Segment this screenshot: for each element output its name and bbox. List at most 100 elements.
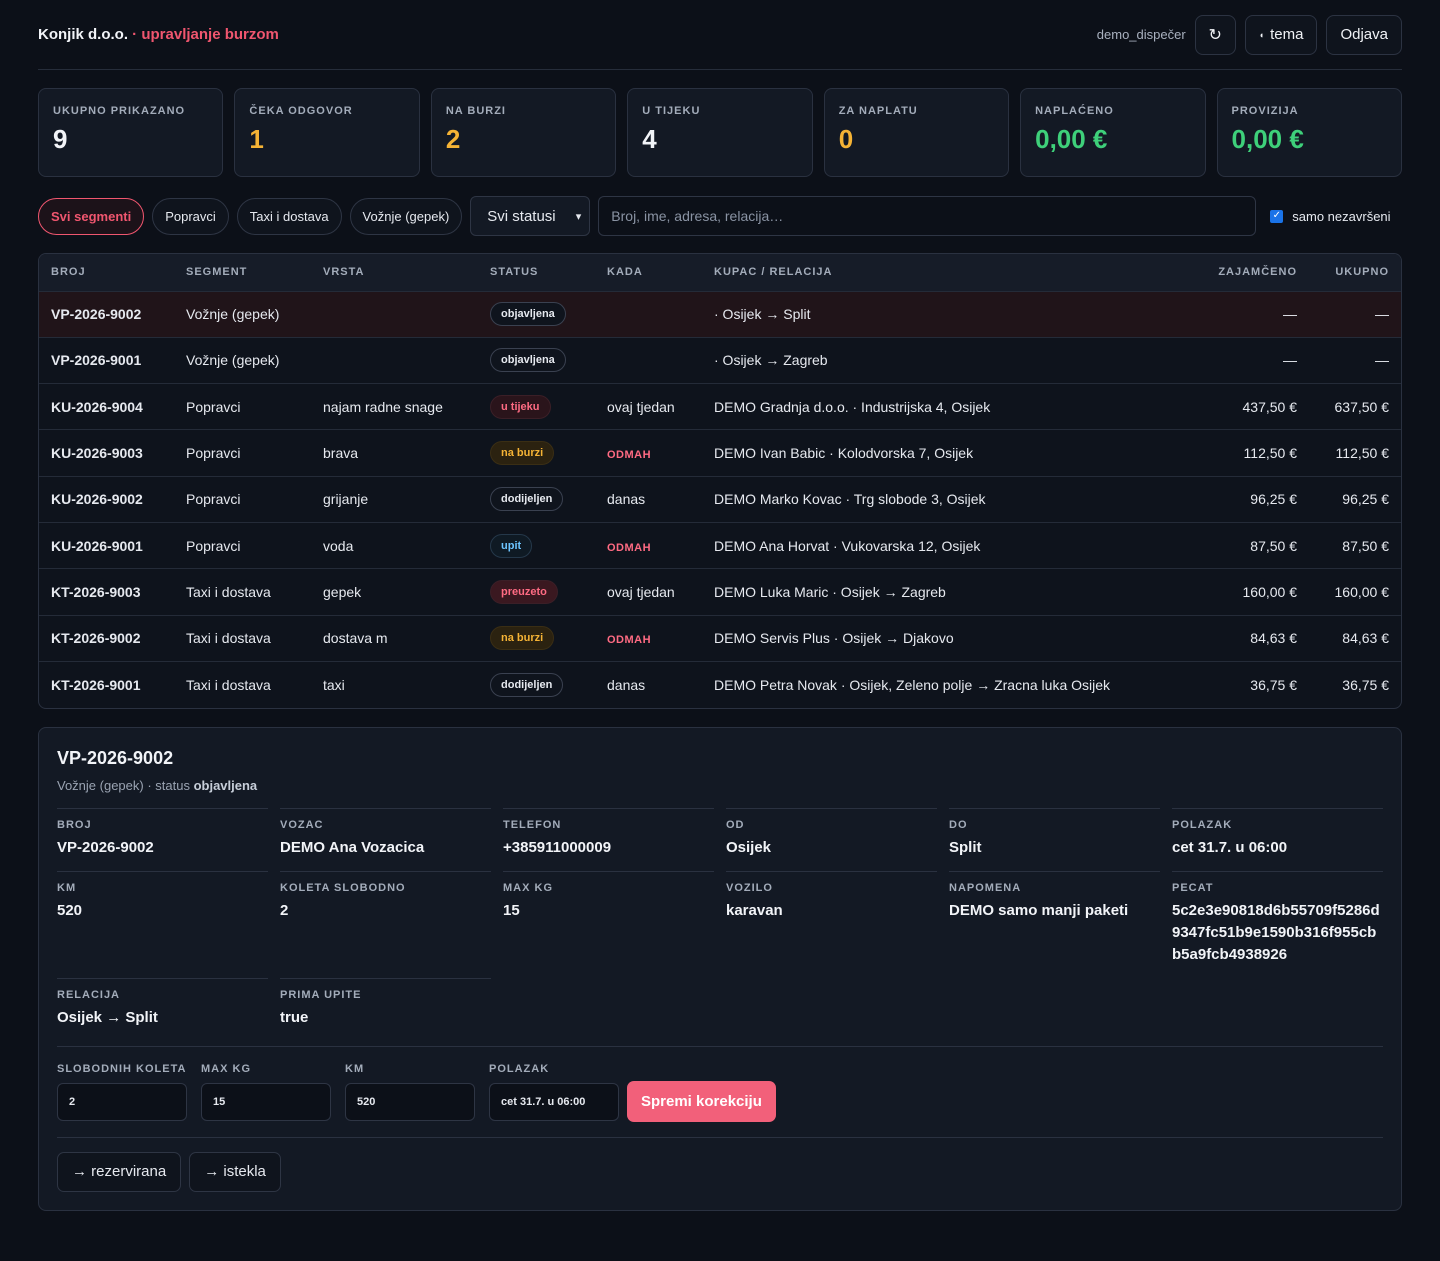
detail-field: PRIMA UPITE true [280, 977, 491, 1029]
max-kg-input[interactable]: 15 [201, 1082, 331, 1121]
departure-input[interactable]: cet 31.7. u 06:00 [489, 1082, 619, 1121]
row-kupac: DEMO Gradnja d.o.o. · Industrijska 4, Os… [714, 398, 991, 415]
detail-subtitle-prefix: Vožnje (gepek) · status [57, 777, 194, 793]
row-segment: Vožnje (gepek) [186, 352, 280, 369]
status-badge: dodijeljen [490, 487, 564, 512]
save-correction-button[interactable]: Spremi korekciju [627, 1080, 776, 1122]
username: demo_dispečer [1096, 27, 1186, 42]
detail-panel: VP-2026-9002 Vožnje (gepek) · status obj… [38, 726, 1402, 1211]
form-label: MAX KG [201, 1062, 251, 1075]
form-group: SLOBODNIH KOLETA 2 [57, 1063, 187, 1121]
row-zajamceno: 36,75 € [1250, 676, 1297, 693]
set-istekla-button[interactable]: → istekla [189, 1151, 281, 1192]
table-row[interactable]: KU-2026-9003 Popravci brava na burzi ODMAH DE… [39, 429, 1401, 476]
row-kada: ODMAH [595, 522, 702, 568]
detail-field-value: +385911000009 [503, 838, 612, 856]
table-row[interactable]: KT-2026-9002 Taxi i dostava dostava m na bu… [39, 615, 1401, 661]
brand-name: Konjik d.o.o. [38, 26, 128, 43]
logout-button[interactable]: Odjava [1326, 14, 1402, 55]
col-zajamceno[interactable]: ZAJAMČENO [1199, 254, 1309, 291]
table-row[interactable]: KU-2026-9001 Popravci voda upit ODMAH DEMO An… [39, 522, 1401, 568]
detail-field-label: TELEFON [503, 818, 562, 831]
search-input[interactable]: Broj, ime, adresa, relacija… [598, 196, 1257, 236]
jobs-table: BROJ SEGMENT VRSTA STATUS KADA KUPAC / R… [38, 253, 1402, 709]
table-row[interactable]: KU-2026-9002 Popravci grijanje dodijeljen da… [39, 476, 1401, 522]
detail-field-value: VP-2026-9002 [57, 838, 154, 856]
form-label: POLAZAK [489, 1062, 550, 1075]
stat-card: PROVIZIJA 0,00 € [1216, 88, 1402, 177]
detail-field-value: cet 31.7. u 06:00 [1172, 838, 1288, 856]
col-kupac[interactable]: KUPAC / RELACIJA [702, 254, 1199, 291]
stat-card: NAPLAĆENO 0,00 € [1020, 88, 1206, 177]
row-segment: Taxi i dostava [186, 583, 271, 600]
row-segment: Popravci [186, 491, 241, 508]
row-segment: Taxi i dostava [186, 630, 271, 647]
row-zajamceno: 87,50 € [1250, 537, 1297, 554]
only-open-toggle[interactable]: ✓ samo nezavršeni [1270, 208, 1391, 224]
segment-chip-all[interactable]: Svi segmenti [38, 197, 145, 235]
table-row[interactable]: VP-2026-9001 Vožnje (gepek) objavljena · Os… [39, 337, 1401, 383]
stat-card: ČEKA ODGOVOR 1 [234, 88, 420, 177]
refresh-button[interactable]: ↻ [1194, 14, 1236, 55]
detail-field: NAPOMENA DEMO samo manji paketi [949, 870, 1160, 966]
table-row[interactable]: KT-2026-9003 Taxi i dostava gepek preuzeto o… [39, 568, 1401, 615]
form-label: KM [345, 1062, 365, 1075]
segment-chip-taxi[interactable]: Taxi i dostava [236, 197, 342, 235]
status-select[interactable]: Svi statusi ▾ [470, 196, 591, 236]
divider [57, 1136, 1383, 1138]
detail-field: OD Osijek [726, 807, 937, 859]
detail-field: DO Split [949, 807, 1160, 859]
row-ukupno: 160,00 € [1334, 583, 1390, 600]
stat-card: ZA NAPLATU 0 [823, 88, 1010, 177]
detail-field: PECAT 5c2e3e90818d6b55709f5286d9347fc51b9… [1172, 870, 1383, 966]
col-vrsta[interactable]: VRSTA [311, 254, 478, 291]
row-broj: KU-2026-9001 [51, 537, 143, 554]
urgent-label: ODMAH [607, 634, 652, 647]
row-status: objavljena [478, 337, 595, 383]
col-kada[interactable]: KADA [595, 254, 702, 291]
correction-form: SLOBODNIH KOLETA 2 MAX KG 15 KM 520 POLAZAK cet… [57, 1062, 1383, 1122]
row-kada [595, 337, 702, 383]
form-label: SLOBODNIH KOLETA [57, 1062, 187, 1075]
status-badge: na burzi [490, 626, 555, 651]
segment-chip-voznje[interactable]: Vožnje (gepek) [349, 197, 463, 235]
col-ukupno[interactable]: UKUPNO [1309, 254, 1401, 291]
row-ukupno: 84,63 € [1342, 630, 1389, 647]
free-parcels-input[interactable]: 2 [57, 1082, 187, 1121]
stat-value: 9 [53, 124, 68, 154]
set-rezervirana-button[interactable]: → rezervirana [57, 1151, 182, 1192]
stat-card: U TIJEKU 4 [627, 88, 813, 177]
km-input[interactable]: 520 [345, 1082, 475, 1121]
table-row[interactable]: KU-2026-9004 Popravci najam radne snage u t… [39, 383, 1401, 430]
detail-fields: BROJ VP-2026-9002 VOZAC DEMO Ana Vozacica TE… [57, 807, 1383, 1041]
only-open-label: samo nezavršeni [1292, 208, 1391, 224]
when-label: danas [607, 676, 646, 693]
status-badge: upit [490, 533, 533, 558]
row-vrsta [311, 291, 478, 337]
detail-field: KOLETA SLOBODNO 2 [280, 870, 491, 966]
col-segment[interactable]: SEGMENT [174, 254, 311, 291]
col-broj[interactable]: BROJ [39, 254, 174, 291]
row-segment: Popravci [186, 445, 241, 462]
detail-field-value: 520 [57, 901, 83, 919]
filter-bar: Svi segmenti Popravci Taxi i dostava Vož… [38, 196, 1402, 236]
status-badge: objavljena [490, 348, 566, 373]
row-zajamceno: 437,50 € [1242, 398, 1298, 415]
row-vrsta: grijanje [323, 491, 369, 508]
checkbox-checked-icon[interactable]: ✓ [1270, 209, 1284, 223]
detail-field-label: VOZILO [726, 881, 773, 894]
row-status: u tijeku [478, 384, 595, 430]
row-kada [595, 291, 702, 337]
row-kupac: DEMO Marko Kovac · Trg slobode 3, Osijek [714, 491, 986, 508]
row-zajamceno: 112,50 € [1243, 445, 1297, 462]
stat-value: 0,00 € [1035, 124, 1108, 154]
col-status[interactable]: STATUS [478, 254, 595, 291]
when-label: ovaj tjedan [607, 398, 675, 415]
table-row[interactable]: VP-2026-9002 Vožnje (gepek) objavljena · Os… [39, 291, 1401, 338]
header-actions: demo_dispečer ↻ ◖ tema Odjava [1096, 14, 1402, 55]
row-kada: ODMAH [595, 615, 702, 661]
segment-chip-popravci[interactable]: Popravci [152, 197, 229, 235]
table-row[interactable]: KT-2026-9001 Taxi i dostava taxi dodijeljen… [39, 661, 1401, 707]
detail-subtitle: Vožnje (gepek) · status objavljena [57, 778, 1383, 793]
theme-button[interactable]: ◖ tema [1244, 14, 1318, 55]
